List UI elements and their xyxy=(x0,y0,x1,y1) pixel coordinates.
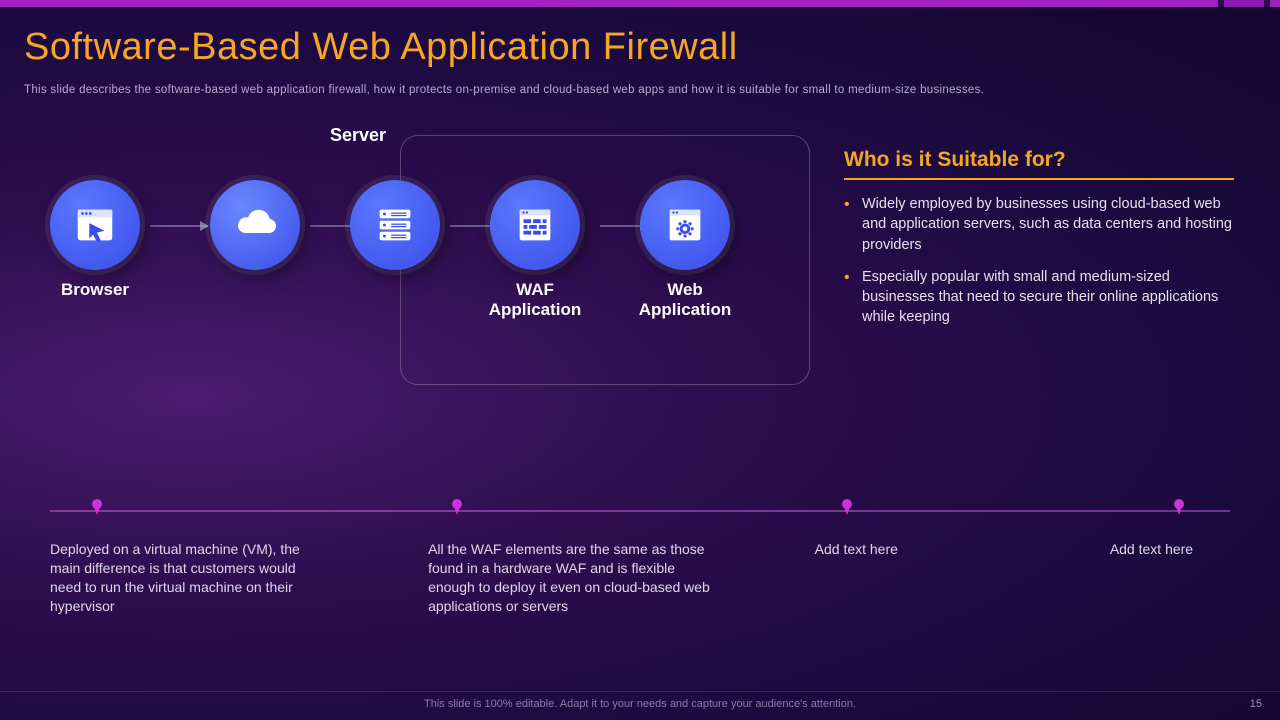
footer-note: This slide is 100% editable. Adapt it to… xyxy=(0,691,1280,710)
timeline-items: Deployed on a virtual machine (VM), the … xyxy=(50,540,1230,616)
timeline-pin-icon xyxy=(90,499,104,521)
server-node xyxy=(340,180,450,270)
waf-node: WAF Application xyxy=(480,180,590,321)
suitability-heading: Who is it Suitable for? xyxy=(844,148,1234,180)
firewall-icon xyxy=(490,180,580,270)
timeline-pin-icon xyxy=(840,499,854,521)
cloud-node xyxy=(200,180,310,270)
page-number: 15 xyxy=(1250,698,1262,710)
timeline-item: All the WAF elements are the same as tho… xyxy=(428,540,715,616)
browser-node: Browser xyxy=(40,180,150,300)
cloud-icon xyxy=(210,180,300,270)
waf-label: WAF Application xyxy=(480,280,590,321)
slide-title: Software-Based Web Application Firewall xyxy=(24,26,738,69)
suitability-bullet: Especially popular with small and medium… xyxy=(862,267,1234,328)
timeline-item: Add text here xyxy=(1110,540,1230,616)
slide-subtitle: This slide describes the software-based … xyxy=(24,84,984,96)
server-group-box xyxy=(400,135,810,385)
server-label: Server xyxy=(330,125,386,146)
gear-icon xyxy=(640,180,730,270)
architecture-diagram: Server Browser xyxy=(40,125,810,395)
browser-label: Browser xyxy=(40,280,150,300)
timeline-item: Deployed on a virtual machine (VM), the … xyxy=(50,540,318,616)
server-icon xyxy=(350,180,440,270)
timeline-item: Add text here xyxy=(815,540,935,616)
browser-icon xyxy=(50,180,140,270)
suitability-panel: Who is it Suitable for? Widely employed … xyxy=(844,148,1234,340)
timeline-pin-icon xyxy=(450,499,464,521)
top-accent-bar xyxy=(0,0,1280,7)
timeline-pin-icon xyxy=(1172,499,1186,521)
suitability-bullet: Widely employed by businesses using clou… xyxy=(862,194,1234,255)
timeline-line xyxy=(50,510,1230,512)
web-app-node: Web Application xyxy=(630,180,740,321)
web-app-label: Web Application xyxy=(630,280,740,321)
